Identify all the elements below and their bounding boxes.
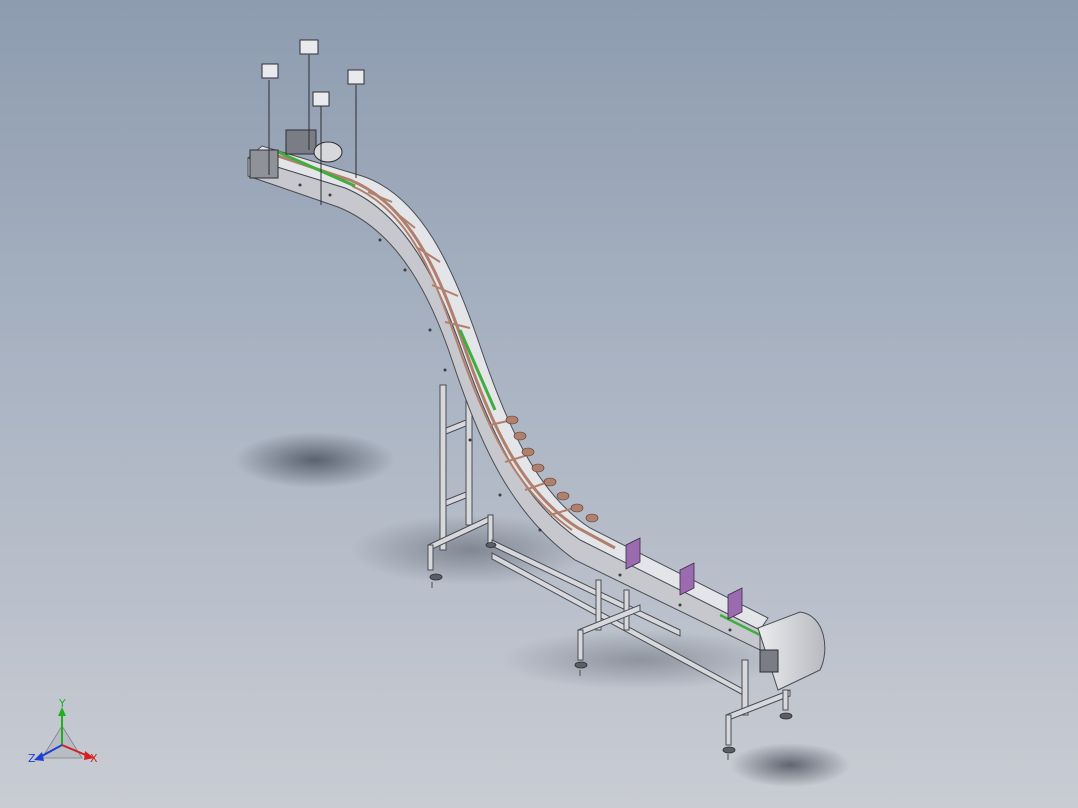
axis-triad: Y X Z — [28, 697, 98, 765]
axis-y-label: Y — [58, 697, 66, 710]
cad-viewport[interactable]: Y X Z — [0, 0, 1078, 808]
end-drum — [757, 611, 826, 691]
axis-x-label: X — [90, 752, 98, 765]
axis-z-label: Z — [28, 752, 36, 765]
conveyor-model-view[interactable]: Y X Z — [0, 0, 1078, 808]
